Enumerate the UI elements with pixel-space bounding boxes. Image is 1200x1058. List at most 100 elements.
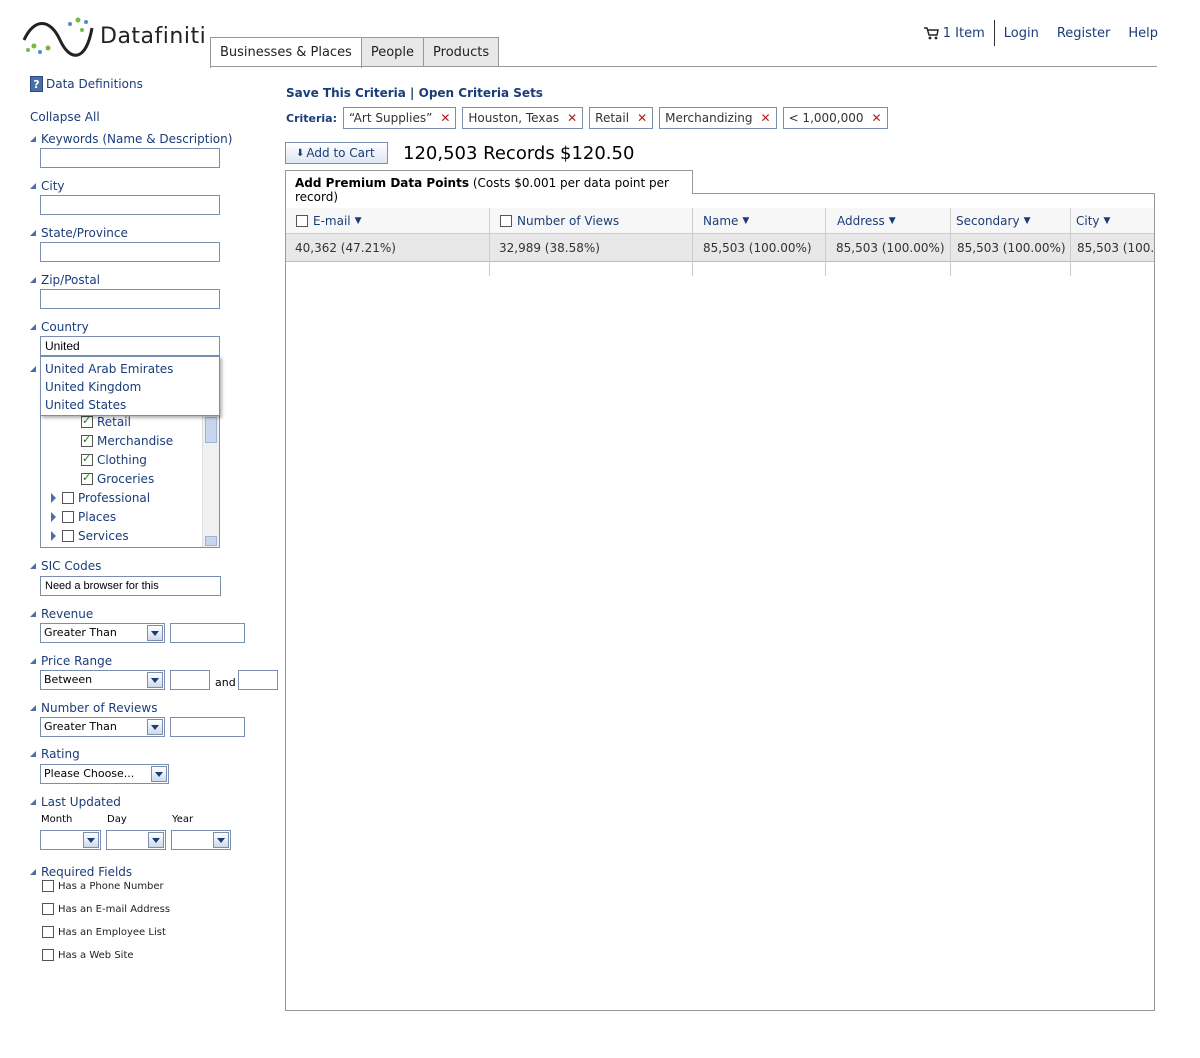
add-to-cart-button[interactable]: ⬇ Add to Cart: [285, 142, 388, 164]
checkbox[interactable]: [62, 492, 74, 504]
checkbox[interactable]: [81, 452, 93, 466]
state-input[interactable]: [40, 242, 220, 262]
chevron-down-icon: [147, 719, 163, 735]
day-select[interactable]: [106, 830, 166, 850]
city-section-toggle[interactable]: City: [30, 179, 65, 193]
column-header-secondary[interactable]: Secondary ▼: [946, 208, 1030, 234]
scrollbar-thumb[interactable]: [205, 417, 217, 443]
sort-down-icon[interactable]: ▼: [742, 216, 749, 226]
expand-arrow-icon[interactable]: [51, 512, 56, 522]
suggestion-united-states[interactable]: United States: [41, 396, 219, 414]
suggestion-united-arab-emirates[interactable]: United Arab Emirates: [41, 360, 219, 378]
premium-data-points-tab[interactable]: Add Premium Data Points (Costs $0.001 pe…: [285, 170, 693, 204]
required-email[interactable]: Has an E-mail Address: [42, 903, 170, 915]
criteria-chip: “Art Supplies” ✕: [343, 107, 457, 129]
reviews-select[interactable]: Greater Than: [40, 717, 165, 737]
price-select[interactable]: Between: [40, 670, 165, 690]
keywords-section-toggle[interactable]: Keywords (Name & Description): [30, 132, 232, 146]
sic-section-toggle[interactable]: SIC Codes: [30, 559, 101, 573]
register-link[interactable]: Register: [1057, 26, 1111, 41]
checkbox[interactable]: [42, 926, 54, 938]
month-select[interactable]: [40, 830, 101, 850]
tree-scrollbar[interactable]: [202, 405, 219, 547]
checkbox[interactable]: [42, 903, 54, 915]
column-header-email[interactable]: E-mail ▼: [286, 208, 362, 234]
reviews-section-toggle[interactable]: Number of Reviews: [30, 701, 157, 715]
reviews-input[interactable]: [170, 717, 245, 737]
tree-item-retail[interactable]: Retail: [81, 414, 131, 429]
checkbox[interactable]: [42, 949, 54, 961]
column-header-views[interactable]: Number of Views: [490, 208, 619, 234]
revenue-section-toggle[interactable]: Revenue: [30, 607, 93, 621]
sort-down-icon[interactable]: ▼: [355, 216, 362, 226]
required-phone[interactable]: Has a Phone Number: [42, 880, 164, 892]
state-section-toggle[interactable]: State/Province: [30, 226, 128, 240]
login-link[interactable]: Login: [1004, 26, 1039, 41]
tree-item-services[interactable]: Services: [51, 529, 129, 543]
checkbox[interactable]: [500, 215, 512, 227]
collapse-triangle-icon: [30, 751, 36, 757]
expand-arrow-icon[interactable]: [51, 493, 56, 503]
column-header-city[interactable]: City ▼: [1066, 208, 1110, 234]
tree-item-merchandise[interactable]: Merchandise: [81, 433, 173, 448]
city-input[interactable]: [40, 195, 220, 215]
column-header-name[interactable]: Name ▼: [693, 208, 749, 234]
sort-down-icon[interactable]: ▼: [1104, 216, 1111, 226]
price-min-input[interactable]: [170, 670, 210, 690]
required-section-toggle[interactable]: Required Fields: [30, 865, 132, 879]
checkbox[interactable]: [62, 530, 74, 542]
rating-section-toggle[interactable]: Rating: [30, 747, 80, 761]
tree-item-clothing[interactable]: Clothing: [81, 452, 147, 467]
revenue-label: Revenue: [41, 607, 94, 621]
keywords-input[interactable]: [40, 148, 220, 168]
rating-select[interactable]: Please Choose...: [40, 764, 169, 784]
sic-input[interactable]: [40, 576, 221, 596]
tree-item-groceries[interactable]: Groceries: [81, 471, 154, 486]
tab-products[interactable]: Products: [423, 37, 500, 67]
remove-x-icon[interactable]: ✕: [440, 111, 450, 125]
help-link[interactable]: Help: [1128, 26, 1158, 41]
category-tree[interactable]: Retail Merchandise Clothing Groceries Pr…: [40, 404, 220, 548]
collapse-all-link[interactable]: Collapse All: [30, 110, 100, 124]
checkbox[interactable]: [81, 433, 93, 447]
checkbox[interactable]: [81, 471, 93, 485]
column-divider: [1070, 208, 1071, 276]
datafiniti-logo[interactable]: Datafiniti: [20, 14, 210, 60]
reviews-label: Number of Reviews: [41, 701, 158, 715]
remove-x-icon[interactable]: ✕: [567, 111, 577, 125]
save-open-criteria-links[interactable]: Save This Criteria | Open Criteria Sets: [286, 86, 543, 100]
remove-x-icon[interactable]: ✕: [872, 111, 882, 125]
collapse-triangle-icon: [30, 799, 36, 805]
tree-item-professional[interactable]: Professional: [51, 491, 150, 505]
required-employee-list[interactable]: Has an Employee List: [42, 926, 166, 938]
revenue-input[interactable]: [170, 623, 245, 643]
zip-section-toggle[interactable]: Zip/Postal: [30, 273, 100, 287]
cart-link[interactable]: 1 Item: [923, 20, 995, 46]
country-section-toggle[interactable]: Country: [30, 320, 89, 334]
zip-input[interactable]: [40, 289, 220, 309]
checkbox[interactable]: [62, 511, 74, 523]
tab-businesses-places[interactable]: Businesses & Places: [210, 37, 362, 68]
suggestion-united-kingdom[interactable]: United Kingdom: [41, 378, 219, 396]
tree-item-places[interactable]: Places: [51, 510, 116, 524]
checkbox[interactable]: [42, 880, 54, 892]
sort-down-icon[interactable]: ▼: [889, 216, 896, 226]
revenue-select[interactable]: Greater Than: [40, 623, 165, 643]
tab-people[interactable]: People: [360, 37, 425, 67]
expand-arrow-icon[interactable]: [51, 531, 56, 541]
year-select[interactable]: [171, 830, 231, 850]
remove-x-icon[interactable]: ✕: [761, 111, 771, 125]
required-web-site[interactable]: Has a Web Site: [42, 949, 134, 961]
sort-down-icon[interactable]: ▼: [1024, 216, 1031, 226]
scroll-down-arrow-icon[interactable]: [205, 536, 217, 546]
checkbox[interactable]: [296, 215, 308, 227]
price-max-input[interactable]: [238, 670, 278, 690]
cart-label[interactable]: 1 Item: [943, 26, 985, 41]
remove-x-icon[interactable]: ✕: [637, 111, 647, 125]
data-definitions-link[interactable]: ? Data Definitions: [30, 76, 143, 92]
country-input[interactable]: [40, 336, 220, 356]
price-section-toggle[interactable]: Price Range: [30, 654, 112, 668]
checkbox[interactable]: [81, 414, 93, 428]
column-header-address[interactable]: Address ▼: [827, 208, 896, 234]
updated-section-toggle[interactable]: Last Updated: [30, 795, 121, 809]
